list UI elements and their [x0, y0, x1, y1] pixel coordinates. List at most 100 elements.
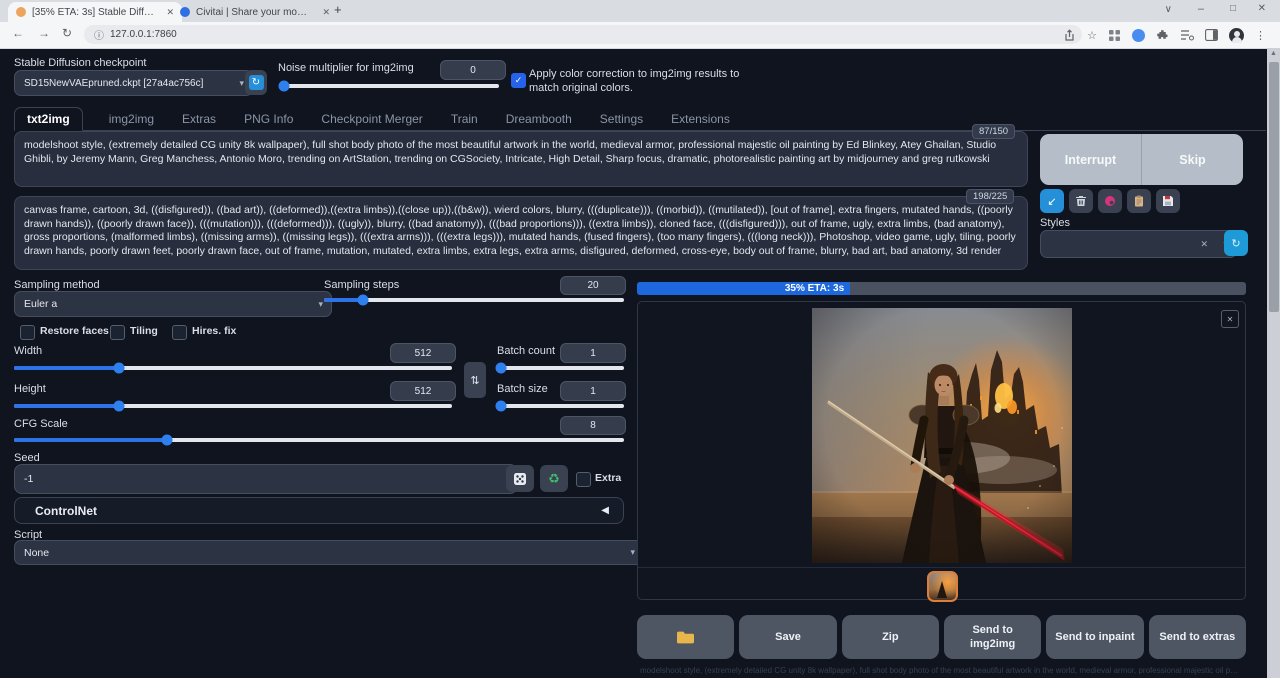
save-style-button[interactable]	[1156, 189, 1180, 213]
window-minimize-button[interactable]: –	[1198, 3, 1204, 15]
side-panel-icon[interactable]	[1205, 29, 1218, 41]
tab-close-icon[interactable]: ✕	[322, 7, 330, 18]
browser-tab-civitai[interactable]: Civitai | Share your models ✕	[172, 2, 338, 22]
restore-faces-checkbox[interactable]	[20, 325, 35, 340]
share-icon[interactable]	[1063, 29, 1076, 42]
browser-menu-icon[interactable]: ⋮	[1255, 29, 1266, 42]
profile-avatar[interactable]	[1229, 28, 1244, 43]
dropdown-caret-icon: ▾	[630, 547, 635, 558]
slider-knob[interactable]	[114, 401, 125, 412]
slider-knob[interactable]	[114, 363, 125, 374]
floppy-icon	[1162, 195, 1174, 207]
random-seed-button[interactable]	[506, 465, 534, 492]
scrollbar-up-icon[interactable]: ▲	[1270, 50, 1277, 57]
batch-count-input[interactable]: 1	[560, 343, 626, 363]
sampling-method-dropdown[interactable]: Euler a ▾	[14, 291, 332, 317]
cfg-scale-input[interactable]: 8	[560, 416, 626, 435]
apps-grid-icon[interactable]	[1108, 29, 1121, 42]
styles-dropdown[interactable]: ✕ ▾	[1040, 230, 1237, 258]
forward-icon[interactable]: →	[38, 26, 50, 40]
hires-fix-checkbox[interactable]	[172, 325, 187, 340]
color-correction-checkbox[interactable]: ✓	[511, 73, 526, 88]
extension-badge-icon[interactable]	[1132, 29, 1145, 42]
paste-params-button[interactable]: ↙	[1040, 189, 1064, 213]
prompt-textarea[interactable]: modelshoot style, (extremely detailed CG…	[14, 131, 1028, 187]
page-scrollbar[interactable]: ▲	[1267, 48, 1280, 678]
refresh-checkpoint-button[interactable]: ↻	[245, 70, 267, 95]
batch-size-input[interactable]: 1	[560, 381, 626, 401]
slider-knob[interactable]	[496, 363, 507, 374]
tiling-label: Tiling	[130, 325, 158, 337]
swap-icon: ⇅	[470, 374, 479, 387]
height-slider[interactable]	[14, 404, 452, 408]
close-preview-button[interactable]: ✕	[1221, 310, 1239, 328]
checkpoint-dropdown[interactable]: SD15NewVAEpruned.ckpt [27a4ac756c] ▾	[14, 70, 253, 96]
checkpoint-label: Stable Diffusion checkpoint	[14, 57, 147, 69]
reload-icon[interactable]: ↻	[62, 26, 72, 40]
sampling-steps-slider[interactable]	[324, 298, 624, 302]
seed-input[interactable]: -1	[14, 464, 518, 494]
send-to-extras-button[interactable]: Send to extras	[1149, 615, 1246, 659]
slider-knob[interactable]	[496, 401, 507, 412]
skip-button[interactable]: Skip	[1142, 134, 1243, 185]
height-input[interactable]: 512	[390, 381, 456, 401]
controlnet-accordion[interactable]: ControlNet ◀	[14, 497, 624, 524]
tab-extensions[interactable]: Extensions	[669, 108, 732, 130]
window-close-button[interactable]: ✕	[1258, 3, 1266, 14]
sampling-steps-input[interactable]: 20	[560, 276, 626, 295]
extra-networks-button[interactable]	[1098, 189, 1122, 213]
width-input[interactable]: 512	[390, 343, 456, 363]
window-chevron-icon[interactable]: ∨	[1165, 4, 1172, 15]
slider-knob[interactable]	[161, 435, 172, 446]
noise-multiplier-slider[interactable]	[281, 84, 499, 88]
negative-prompt-textarea[interactable]: canvas frame, cartoon, 3d, ((disfigured)…	[14, 196, 1028, 270]
refresh-styles-button[interactable]: ↻	[1224, 230, 1248, 256]
seed-extra-checkbox[interactable]	[576, 472, 591, 487]
batch-count-slider[interactable]	[497, 366, 624, 370]
noise-multiplier-input[interactable]: 0	[440, 60, 506, 80]
tab-dreambooth[interactable]: Dreambooth	[504, 108, 574, 130]
window-maximize-button[interactable]: □	[1230, 3, 1236, 14]
clear-prompt-button[interactable]	[1069, 189, 1093, 213]
tab-txt2img[interactable]: txt2img	[14, 107, 83, 131]
tab-extras[interactable]: Extras	[180, 108, 218, 130]
extensions-puzzle-icon[interactable]	[1156, 29, 1169, 42]
tab-checkpoint-merger[interactable]: Checkpoint Merger	[319, 108, 424, 130]
swap-dimensions-button[interactable]: ⇅	[464, 362, 486, 398]
browser-toolbar: ← → ↻ ⓘ 127.0.0.1:7860 ☆ ⋮	[0, 22, 1280, 49]
tab-train[interactable]: Train	[449, 108, 480, 130]
batch-size-slider[interactable]	[497, 404, 624, 408]
zip-button[interactable]: Zip	[842, 615, 939, 659]
scrollbar-thumb[interactable]	[1269, 62, 1279, 312]
slider-knob[interactable]	[358, 295, 369, 306]
save-button[interactable]: Save	[739, 615, 836, 659]
script-dropdown[interactable]: None ▾	[14, 540, 644, 565]
tiling-checkbox[interactable]	[110, 325, 125, 340]
tab-png-info[interactable]: PNG Info	[242, 108, 295, 130]
tab-settings[interactable]: Settings	[598, 108, 645, 130]
browser-tab-title: Civitai | Share your models	[196, 7, 312, 18]
width-slider[interactable]	[14, 366, 452, 370]
cfg-scale-slider[interactable]	[14, 438, 624, 442]
interrupt-button[interactable]: Interrupt	[1040, 134, 1142, 185]
generated-image[interactable]	[812, 308, 1072, 563]
send-to-img2img-button[interactable]: Send to img2img	[944, 615, 1041, 659]
refresh-icon: ↻	[1231, 237, 1240, 250]
browser-tab-stable-diffusion[interactable]: [35% ETA: 3s] Stable Diffusion ✕	[8, 2, 182, 22]
new-tab-button[interactable]: +	[334, 2, 342, 17]
open-folder-button[interactable]	[637, 615, 734, 659]
send-to-inpaint-button[interactable]: Send to inpaint	[1046, 615, 1143, 659]
clear-styles-icon[interactable]: ✕	[1200, 239, 1208, 250]
back-icon[interactable]: ←	[12, 26, 24, 40]
reading-list-icon[interactable]	[1180, 29, 1194, 41]
sampling-method-value: Euler a	[24, 298, 57, 310]
site-info-icon[interactable]: ⓘ	[94, 27, 104, 42]
slider-knob[interactable]	[279, 81, 290, 92]
address-bar[interactable]: ⓘ 127.0.0.1:7860	[84, 25, 1082, 44]
bookmark-star-icon[interactable]: ☆	[1087, 29, 1097, 42]
reuse-seed-button[interactable]: ♻	[540, 465, 568, 492]
gallery-thumbnail-selected[interactable]	[927, 571, 958, 602]
controlnet-label: ControlNet	[35, 504, 97, 518]
apply-style-button[interactable]	[1127, 189, 1151, 213]
tab-img2img[interactable]: img2img	[107, 108, 156, 130]
